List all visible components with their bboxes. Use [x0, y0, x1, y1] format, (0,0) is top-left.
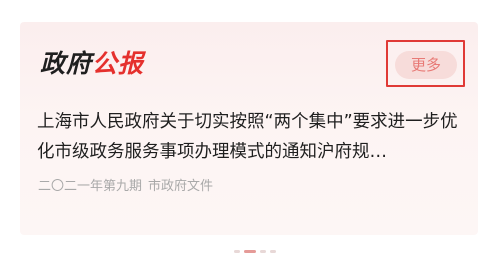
- article-title-link[interactable]: 上海市人民政府关于切实按照“两个集中”要求进一步优化市级政务服务事项办理模式的通…: [37, 107, 467, 167]
- carousel-dot: [234, 250, 240, 253]
- more-button[interactable]: 更多: [395, 51, 457, 79]
- carousel-dot-active: [244, 250, 256, 253]
- article-meta: 二〇二一年第九期 市政府文件: [38, 177, 213, 197]
- gazette-card: 政府公报 更多 上海市人民政府关于切实按照“两个集中”要求进一步优化市级政务服务…: [20, 22, 478, 253]
- article-issue: 二〇二一年第九期: [38, 179, 143, 194]
- carousel-dot: [270, 250, 276, 253]
- logo-text-government: 政府: [40, 49, 93, 78]
- logo-text-gazette: 公报: [92, 49, 145, 78]
- article-category: 市政府文件: [148, 179, 214, 194]
- gazette-logo: 政府公报: [40, 47, 144, 81]
- carousel-indicator: [234, 250, 276, 253]
- carousel-dot: [260, 250, 266, 253]
